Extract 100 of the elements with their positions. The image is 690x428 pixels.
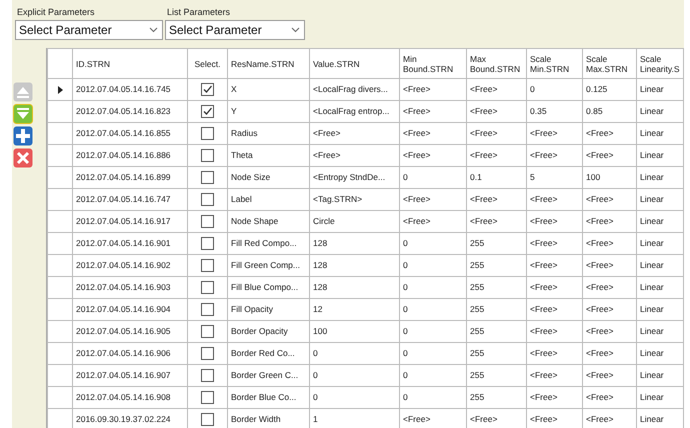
chevron-down-icon — [149, 27, 158, 33]
table-cell: Linear — [636, 386, 684, 408]
table-cell: <Free> — [466, 100, 526, 122]
table-cell: 2012.07.04.05.14.16.907 — [72, 364, 188, 386]
table-cell: 0 — [310, 364, 400, 386]
table-cell: Fill Red Compo... — [228, 232, 310, 254]
table-cell: 2012.07.04.05.14.16.823 — [72, 100, 188, 122]
table-cell: 2012.07.04.05.14.16.745 — [72, 78, 188, 100]
add-button[interactable] — [13, 124, 33, 144]
table-cell: Linear — [636, 342, 684, 364]
table-cell: <Free> — [526, 298, 582, 320]
table-cell: 255 — [466, 276, 526, 298]
checkbox[interactable] — [201, 171, 214, 184]
table-cell: Linear — [636, 144, 684, 166]
table-cell: 255 — [466, 386, 526, 408]
table-cell: <Free> — [582, 188, 636, 210]
table-cell: Linear — [636, 166, 684, 188]
checkbox[interactable] — [201, 303, 214, 316]
checkbox[interactable] — [201, 369, 214, 382]
table-cell: 2012.07.04.05.14.16.747 — [72, 188, 188, 210]
table-cell: 0 — [400, 166, 466, 188]
table-cell: Linear — [636, 188, 684, 210]
table-cell: Fill Blue Compo... — [228, 276, 310, 298]
table-cell: Fill Opacity — [228, 298, 310, 320]
chevron-down-icon — [291, 27, 300, 33]
table-cell: <Free> — [400, 78, 466, 100]
table-cell: <Free> — [400, 210, 466, 232]
checkbox[interactable] — [201, 215, 214, 228]
column-header: Min Bound.STRN — [400, 48, 466, 78]
table-cell: <Free> — [582, 232, 636, 254]
table-cell: Border Red Co... — [228, 342, 310, 364]
checkbox[interactable] — [201, 105, 214, 118]
delete-button[interactable] — [13, 146, 33, 166]
table-cell: <Free> — [526, 254, 582, 276]
parameter-dropdown[interactable]: Select Parameter — [165, 20, 305, 40]
table-cell: Linear — [636, 276, 684, 298]
table-cell: 2012.07.04.05.14.16.905 — [72, 320, 188, 342]
row-header[interactable] — [48, 78, 72, 100]
table-cell: 2012.07.04.05.14.16.886 — [72, 144, 188, 166]
column-header: Select. — [188, 48, 228, 78]
table-cell: Y — [228, 100, 310, 122]
checkbox[interactable] — [201, 193, 214, 206]
checkbox[interactable] — [201, 325, 214, 338]
table-cell: <Free> — [582, 276, 636, 298]
table-cell: <Free> — [582, 210, 636, 232]
checkbox[interactable] — [201, 149, 214, 162]
table-cell: Linear — [636, 232, 684, 254]
table-cell: Fill Green Comp... — [228, 254, 310, 276]
column-header: ID.STRN — [72, 48, 188, 78]
table-cell: 0 — [400, 298, 466, 320]
table-cell: 255 — [466, 254, 526, 276]
table-cell: <Free> — [526, 188, 582, 210]
checkbox[interactable] — [201, 391, 214, 404]
table-cell: 0 — [310, 386, 400, 408]
table-cell: Circle — [310, 210, 400, 232]
table-cell: <Free> — [582, 386, 636, 408]
table-cell: <Free> — [466, 188, 526, 210]
checkbox[interactable] — [201, 127, 214, 140]
table-cell: <Free> — [310, 144, 400, 166]
table-cell: Linear — [636, 364, 684, 386]
checkbox[interactable] — [201, 237, 214, 250]
column-header: Scale Linearity.S — [636, 48, 684, 78]
checkbox[interactable] — [201, 413, 214, 426]
table-cell: <Free> — [400, 144, 466, 166]
checkbox[interactable] — [201, 281, 214, 294]
table-cell: Theta — [228, 144, 310, 166]
table-cell: 128 — [310, 276, 400, 298]
table-cell: Linear — [636, 122, 684, 144]
dropdown-label: List Parameters — [166, 6, 232, 19]
table-cell: 128 — [310, 254, 400, 276]
table-cell: <Free> — [466, 78, 526, 100]
table-cell: 0 — [400, 320, 466, 342]
table-cell: <Free> — [526, 320, 582, 342]
table-cell: <Free> — [466, 144, 526, 166]
checkbox[interactable] — [201, 83, 214, 96]
table-cell: 2012.07.04.05.14.16.903 — [72, 276, 188, 298]
table-cell: Linear — [636, 78, 684, 100]
table-cell: 0.125 — [582, 78, 636, 100]
table-cell: <Free> — [526, 232, 582, 254]
column-header: ResName.STRN — [228, 48, 310, 78]
table-cell: 0 — [400, 386, 466, 408]
table-cell: 2012.07.04.05.14.16.906 — [72, 342, 188, 364]
parameter-dropdown[interactable]: Select Parameter — [15, 20, 163, 40]
table-cell: 255 — [466, 320, 526, 342]
table-cell: 2012.07.04.05.14.16.901 — [72, 232, 188, 254]
table-cell: <Free> — [582, 364, 636, 386]
checkbox[interactable] — [201, 259, 214, 272]
table-cell: 128 — [310, 232, 400, 254]
table-cell: Linear — [636, 298, 684, 320]
checkbox[interactable] — [201, 347, 214, 360]
table-cell: 255 — [466, 342, 526, 364]
table-cell: <Free> — [526, 210, 582, 232]
table-cell: <Free> — [526, 386, 582, 408]
table-cell: Border Opacity — [228, 320, 310, 342]
table-cell: <Free> — [466, 122, 526, 144]
table-cell: <Entropy StndDe... — [310, 166, 400, 188]
column-header: Scale Max.STRN — [582, 48, 636, 78]
table-cell: 0.85 — [582, 100, 636, 122]
table-cell: 255 — [466, 298, 526, 320]
table-cell: <Free> — [526, 342, 582, 364]
